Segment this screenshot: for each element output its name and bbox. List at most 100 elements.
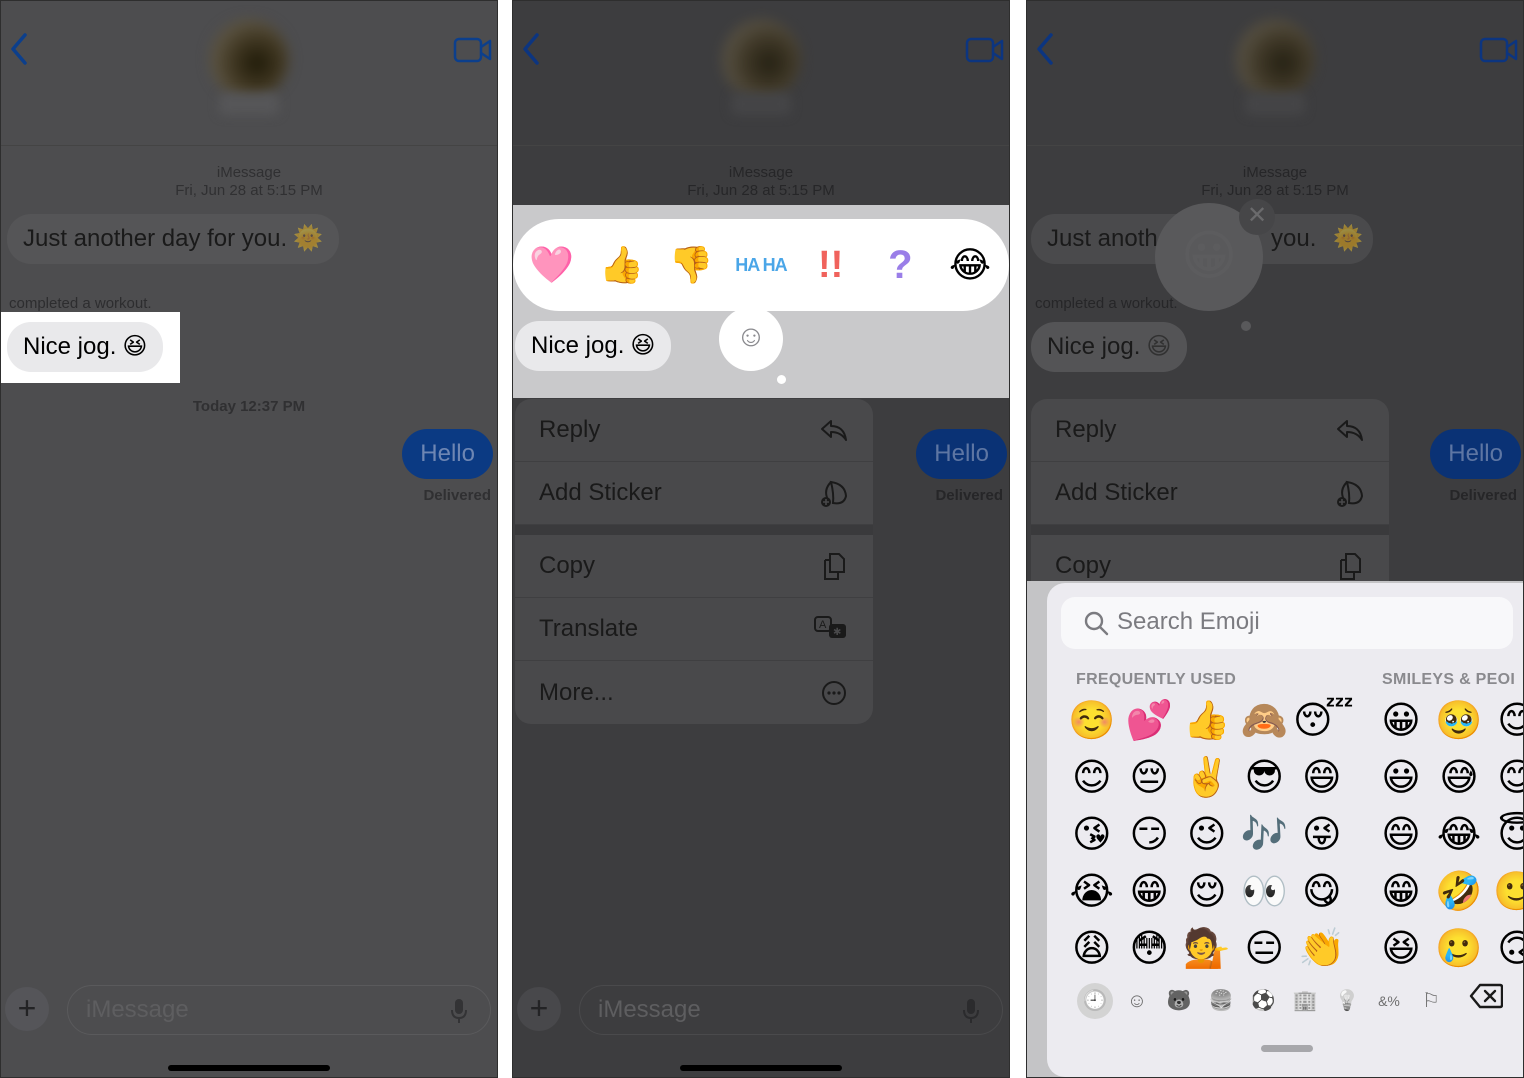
menu-item-more[interactable]: More...: [515, 661, 873, 724]
back-button[interactable]: [519, 31, 543, 67]
emoji-search-input[interactable]: [1117, 608, 1477, 636]
category-recent-icon[interactable]: 🕘: [1077, 983, 1113, 1019]
emoji-key[interactable]: 😄: [1372, 807, 1430, 864]
close-sticker-preview-button[interactable]: ✕: [1239, 199, 1275, 235]
back-button[interactable]: [7, 31, 31, 67]
timestamp: Today 12:37 PM: [192, 398, 306, 415]
incoming-message-selected[interactable]: Nice jog. 😆: [1031, 322, 1188, 372]
emoji-key[interactable]: 😘: [1063, 807, 1121, 864]
emoji-search-field[interactable]: [1061, 597, 1513, 649]
tapback-haha[interactable]: HA HA: [733, 256, 789, 274]
outgoing-message[interactable]: Hello: [916, 429, 1007, 479]
more-icon: [822, 680, 846, 705]
emoji-key[interactable]: 😏: [1121, 807, 1179, 864]
add-emoji-reaction-button[interactable]: ☺: [719, 307, 783, 371]
emoji-key[interactable]: 😋: [1293, 864, 1351, 921]
menu-item-translate[interactable]: Translate A ✱: [515, 598, 873, 661]
emoji-key[interactable]: 🙂: [1488, 864, 1523, 921]
bubble-tail-dot: [1241, 321, 1251, 331]
emoji-key[interactable]: 😀: [1372, 693, 1430, 750]
tapback-thumbs-down[interactable]: 👎: [663, 244, 719, 286]
emoji-key[interactable]: ✌️: [1178, 750, 1236, 807]
emoji-key[interactable]: 😭: [1063, 864, 1121, 921]
contact-name-blurred[interactable]: [219, 93, 279, 115]
emoji-key[interactable]: 😊: [1063, 750, 1121, 807]
contact-avatar[interactable]: [209, 19, 289, 99]
menu-item-reply[interactable]: Reply: [1031, 399, 1389, 462]
emoji-key[interactable]: 🤣: [1430, 864, 1488, 921]
emoji-key[interactable]: 😁: [1121, 864, 1179, 921]
tapback-thumbs-up[interactable]: 👍: [594, 244, 650, 286]
incoming-message[interactable]: Just another day for you. 🌞: [7, 214, 340, 264]
emoji-key[interactable]: 😜: [1293, 807, 1351, 864]
emoji-key[interactable]: 😑: [1236, 921, 1294, 978]
emoji-key[interactable]: 😉: [1178, 807, 1236, 864]
outgoing-message[interactable]: Hello: [402, 429, 493, 479]
apps-plus-button[interactable]: +: [5, 987, 49, 1031]
tapback-heart[interactable]: 🩷: [524, 244, 580, 286]
emoji-key[interactable]: 🙈: [1236, 693, 1294, 750]
facetime-video-button[interactable]: [1479, 37, 1519, 63]
category-animals-icon[interactable]: 🐻: [1161, 983, 1197, 1019]
category-flags-icon[interactable]: ⚐: [1413, 983, 1449, 1019]
emoji-key[interactable]: ☺️: [1063, 693, 1121, 750]
emoji-key[interactable]: 😅: [1430, 750, 1488, 807]
category-smileys-icon[interactable]: ☺: [1119, 983, 1155, 1019]
message-input[interactable]: [86, 996, 426, 1024]
emoji-key[interactable]: 👍: [1178, 693, 1236, 750]
emoji-key[interactable]: 🙃: [1488, 921, 1523, 978]
emoji-key[interactable]: 🥹: [1430, 693, 1488, 750]
category-symbols-icon[interactable]: &%: [1371, 983, 1407, 1019]
emoji-key[interactable]: 😔: [1121, 750, 1179, 807]
emoji-key[interactable]: 👀: [1236, 864, 1294, 921]
emoji-key[interactable]: 😌: [1178, 864, 1236, 921]
emoji-key[interactable]: 😴: [1293, 693, 1354, 750]
backspace-delete-button[interactable]: [1469, 983, 1503, 1009]
menu-item-copy[interactable]: Copy: [515, 535, 873, 598]
contact-avatar[interactable]: [721, 19, 801, 99]
category-objects-icon[interactable]: 💡: [1329, 983, 1365, 1019]
emoji-key[interactable]: 😊: [1488, 750, 1523, 807]
emoji-key[interactable]: 😁: [1372, 864, 1430, 921]
microphone-icon[interactable]: [450, 998, 468, 1024]
menu-item-reply[interactable]: Reply: [515, 399, 873, 462]
emoji-key[interactable]: 😂: [1430, 807, 1488, 864]
contact-avatar[interactable]: [1235, 19, 1315, 99]
emoji-key[interactable]: 🥲: [1430, 921, 1488, 978]
contact-name-blurred[interactable]: [731, 93, 791, 115]
emoji-key[interactable]: 👏: [1293, 921, 1351, 978]
emoji-key[interactable]: 😊: [1488, 693, 1523, 750]
tapback-exclamation[interactable]: !!: [803, 244, 859, 287]
incoming-message-selected[interactable]: Nice jog. 😆: [515, 321, 672, 371]
apps-plus-button[interactable]: +: [517, 987, 561, 1031]
sun-emoji: 🌞: [1333, 225, 1363, 252]
emoji-key[interactable]: 😇: [1488, 807, 1523, 864]
outgoing-message[interactable]: Hello: [1430, 429, 1521, 479]
emoji-key[interactable]: 🎶: [1236, 807, 1294, 864]
tapback-question[interactable]: ?: [872, 243, 928, 288]
facetime-video-button[interactable]: [965, 37, 1005, 63]
message-composer[interactable]: [579, 985, 1003, 1035]
menu-item-add-sticker[interactable]: Add Sticker: [515, 462, 873, 525]
emoji-key[interactable]: 😩: [1063, 921, 1121, 978]
tapback-laughing[interactable]: 😂: [942, 244, 998, 286]
message-composer[interactable]: [67, 985, 491, 1035]
emoji-key[interactable]: 😎: [1236, 750, 1294, 807]
sheet-grabber-handle[interactable]: [1261, 1045, 1313, 1052]
category-food-icon[interactable]: 🍔: [1203, 983, 1239, 1019]
incoming-message-selected[interactable]: Nice jog. 😆: [7, 322, 164, 372]
emoji-key[interactable]: 💕: [1121, 693, 1179, 750]
emoji-key[interactable]: 😳: [1121, 921, 1179, 978]
emoji-key[interactable]: 😃: [1372, 750, 1430, 807]
emoji-key[interactable]: 😄: [1293, 750, 1351, 807]
microphone-icon[interactable]: [962, 998, 980, 1024]
category-travel-icon[interactable]: 🏢: [1287, 983, 1323, 1019]
back-button[interactable]: [1033, 31, 1057, 67]
emoji-key[interactable]: 💁: [1178, 921, 1236, 978]
menu-item-add-sticker[interactable]: Add Sticker: [1031, 462, 1389, 525]
facetime-video-button[interactable]: [453, 37, 493, 63]
contact-name-blurred[interactable]: [1245, 93, 1305, 115]
message-input[interactable]: [598, 996, 938, 1024]
category-activity-icon[interactable]: ⚽: [1245, 983, 1281, 1019]
emoji-key[interactable]: 😆: [1372, 921, 1430, 978]
